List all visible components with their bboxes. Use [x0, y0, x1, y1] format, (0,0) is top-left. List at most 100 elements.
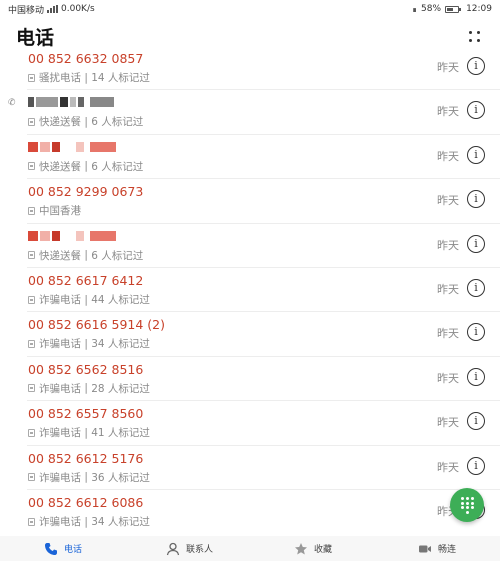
sim-card-icon — [28, 206, 35, 215]
mark-count: 6 人标记过 — [91, 249, 144, 262]
call-meta: 诈骗电话 | 34 人标记过 — [28, 514, 150, 529]
nav-label-meetime: 畅连 — [438, 545, 457, 555]
bottom-nav: 电话 联系人 收藏 畅连 — [0, 536, 500, 561]
row-divider — [27, 133, 500, 135]
nav-item-meetime[interactable]: 畅连 — [418, 536, 456, 561]
battery-percent: 58% — [421, 4, 442, 14]
sim-card-icon — [28, 73, 35, 82]
call-tag: 诈骗电话 — [39, 382, 81, 395]
call-meta: 快递送餐 | 6 人标记过 — [28, 159, 143, 174]
call-log-row[interactable]: 00 852 6612 5176 诈骗电话 | 36 人标记过 昨天 i — [0, 444, 500, 489]
phone-number: 00 852 6617 6412 — [28, 273, 144, 288]
call-time: 昨天 — [437, 416, 459, 430]
call-tag: 诈骗电话 — [39, 294, 81, 306]
meta-separator: | — [81, 115, 92, 128]
phone-number: 00 852 6612 5176 — [28, 450, 144, 466]
redacted-number — [28, 97, 128, 109]
sim-card-icon — [28, 295, 35, 304]
call-tag: 快递送餐 — [39, 249, 81, 262]
call-time: 昨天 — [437, 283, 459, 296]
mark-count: 28 人标记过 — [91, 382, 150, 395]
sim-card-icon — [28, 162, 35, 171]
call-log-row[interactable]: 00 852 9299 0673 中国香港 昨天 i — [0, 178, 500, 222]
call-tag: 快递送餐 — [39, 116, 81, 129]
call-tag: 诈骗电话 — [39, 471, 81, 484]
call-meta: 骚扰电话 | 14 人标记过 — [28, 70, 150, 85]
row-divider — [27, 489, 500, 490]
call-meta: 快递送餐 | 6 人标记过 — [28, 248, 143, 263]
call-tag: 诈骗电话 — [39, 338, 81, 351]
info-icon[interactable]: i — [467, 234, 485, 253]
info-icon[interactable]: i — [467, 279, 485, 297]
call-meta: 诈骗电话 | 28 人标记过 — [28, 381, 150, 396]
meta-separator: | — [81, 337, 92, 350]
call-time: 昨天 — [437, 61, 459, 74]
nav-label-phone: 电话 — [64, 545, 83, 555]
call-log-row[interactable]: 00 852 6616 5914 (2) 诈骗电话 | 34 人标记过 昨天 i — [0, 311, 500, 355]
meta-separator: | — [81, 382, 92, 395]
call-tag: 骚扰电话 — [39, 72, 81, 84]
phone-number: 00 852 6632 0857 — [28, 51, 144, 66]
nav-item-favorites[interactable]: 收藏 — [294, 536, 332, 561]
call-log-row[interactable]: 00 852 6632 0857 骚扰电话 | 14 人标记过 昨天 i — [0, 45, 500, 89]
row-divider — [27, 311, 500, 313]
info-icon[interactable]: i — [467, 57, 485, 75]
mark-count: 34 人标记过 — [91, 516, 150, 528]
call-time: 昨天 — [437, 460, 459, 474]
info-icon[interactable]: i — [467, 367, 485, 386]
call-time: 昨天 — [437, 238, 459, 252]
sim-card-icon — [28, 339, 35, 348]
call-time: 昨天 — [437, 194, 459, 208]
call-log-row[interactable]: 00 852 6617 6412 诈骗电话 | 44 人标记过 昨天 i — [0, 267, 500, 311]
call-tag: 快递送餐 — [39, 160, 81, 173]
row-divider — [27, 178, 500, 180]
mark-count: 36 人标记过 — [91, 471, 150, 484]
info-icon[interactable]: i — [467, 412, 485, 431]
call-meta: 快递送餐 | 6 人标记过 — [28, 114, 143, 129]
info-icon[interactable]: i — [467, 190, 485, 209]
video-call-icon — [419, 545, 431, 552]
row-divider — [27, 355, 500, 357]
call-log-row[interactable]: 00 852 6562 8516 诈骗电话 | 28 人标记过 昨天 i — [0, 355, 500, 400]
phone-number: 00 852 6612 6086 — [28, 495, 144, 510]
sim-card-icon — [28, 428, 35, 437]
call-time: 昨天 — [437, 371, 459, 385]
call-log-list[interactable]: 00 852 6632 0857 骚扰电话 | 14 人标记过 昨天 i ✆ 快递送餐 |… — [0, 40, 500, 536]
outgoing-call-icon: ✆ — [8, 98, 16, 109]
dialpad-fab-button[interactable] — [450, 488, 484, 522]
nav-label-contacts: 联系人 — [186, 545, 214, 555]
mark-count: 34 人标记过 — [91, 338, 150, 351]
nav-item-contacts[interactable]: 联系人 — [166, 536, 213, 561]
carrier-label: 中国移动 — [8, 5, 45, 16]
call-log-row[interactable]: 快递送餐 | 6 人标记过 昨天 i — [0, 222, 500, 267]
call-tag: 诈骗电话 — [39, 427, 81, 440]
meta-separator: | — [81, 71, 92, 84]
meta-separator: | — [81, 515, 92, 528]
info-icon[interactable]: i — [467, 101, 485, 120]
call-meta: 诈骗电话 | 34 人标记过 — [28, 336, 150, 351]
nav-item-phone[interactable]: 电话 — [44, 536, 82, 561]
nav-label-favorites: 收藏 — [314, 545, 333, 555]
call-log-row[interactable]: ✆ 快递送餐 | 6 人标记过 昨天 i — [0, 89, 500, 133]
network-speed: 0.00K/s — [61, 4, 95, 14]
phone-number: 00 852 9299 0673 — [28, 184, 144, 200]
call-log-row[interactable]: 快递送餐 | 6 人标记过 昨天 i — [0, 133, 500, 178]
call-tag: 诈骗电话 — [39, 516, 81, 528]
phone-number: 00 852 6616 5914 (2) — [28, 317, 165, 333]
info-icon[interactable]: i — [467, 323, 485, 342]
call-time: 昨天 — [437, 149, 459, 163]
mark-count: 14 人标记过 — [91, 72, 150, 84]
info-icon[interactable]: i — [467, 456, 485, 475]
meta-separator: | — [81, 249, 92, 262]
status-bar: 中国移动 0.00K/s ∎ 58% 12:09 — [0, 0, 500, 18]
info-icon[interactable]: i — [467, 145, 485, 164]
sim-card-icon — [28, 251, 35, 260]
call-log-row[interactable]: 00 852 6612 6086诈骗电话 | 34 人标记过昨天i — [0, 489, 500, 533]
clock: 12:09 — [466, 4, 492, 14]
row-divider — [27, 444, 500, 446]
sim-card-icon — [28, 117, 35, 126]
call-log-row[interactable]: 00 852 6557 8560 诈骗电话 | 41 人标记过 昨天 i — [0, 400, 500, 444]
contacts-icon — [166, 542, 180, 555]
call-meta: 诈骗电话 | 41 人标记过 — [28, 425, 150, 440]
sim-card-icon — [28, 384, 35, 393]
